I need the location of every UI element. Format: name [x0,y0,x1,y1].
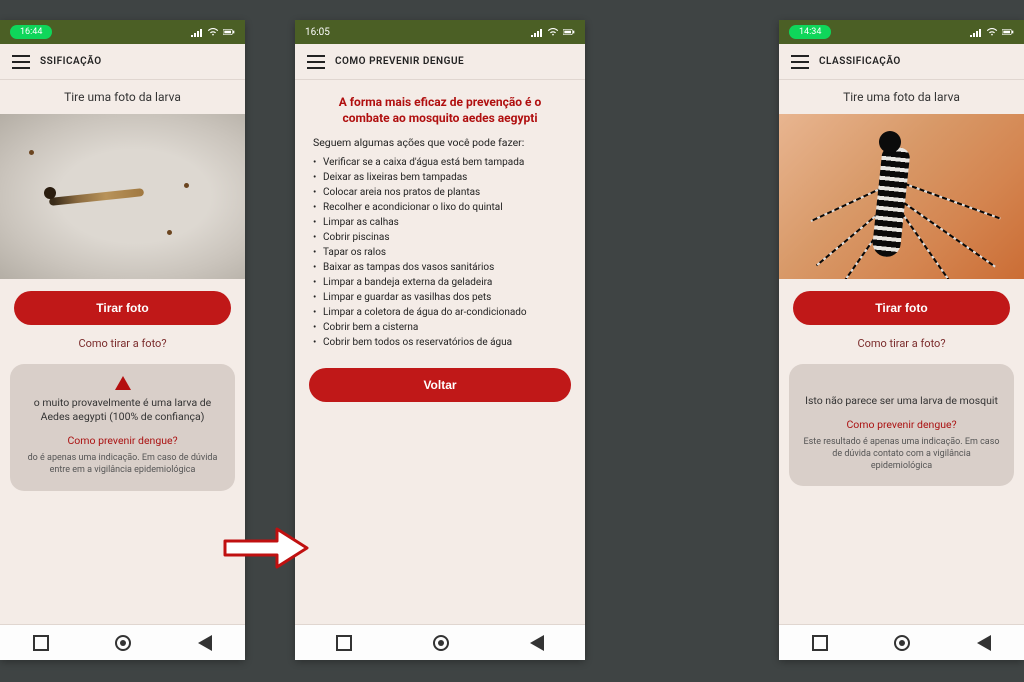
main-content: Tire uma foto da larva Tirar foto Como t… [0,80,245,624]
prevention-list: Verificar se a caixa d'água está bem tam… [295,155,585,350]
menu-icon[interactable] [791,55,809,69]
list-item: Colocar areia nos pratos de plantas [313,185,567,200]
status-bar: 16:05 [295,20,585,44]
list-item: Cobrir bem a cisterna [313,320,567,335]
signal-icon [970,27,982,37]
page-title: COMO PREVENIR DENGUE [335,56,464,67]
nav-home-icon[interactable] [115,635,131,651]
status-time: 14:34 [789,25,831,39]
status-icons [531,27,575,37]
menu-icon[interactable] [12,55,30,69]
list-item: Deixar as lixeiras bem tampadas [313,170,567,185]
take-photo-button[interactable]: Tirar foto [793,291,1010,325]
status-bar: 16:44 [0,20,245,44]
status-time: 16:44 [10,25,52,39]
android-navbar [779,624,1024,660]
list-item: Limpar as calhas [313,215,567,230]
back-button[interactable]: Voltar [309,368,571,402]
status-icons [191,27,235,37]
nav-back-icon[interactable] [977,635,991,651]
phone-screen-1: 16:44 SSIFICAÇÃO Tire uma foto da larva … [0,20,245,660]
nav-recent-icon[interactable] [33,635,49,651]
how-to-link[interactable]: Como tirar a foto? [779,331,1024,360]
photo-preview[interactable] [779,114,1024,279]
page-title: CLASSIFICAÇÃO [819,56,901,67]
list-item: Limpar a bandeja externa da geladeira [313,275,567,290]
status-bar: 14:34 [779,20,1024,44]
battery-icon [563,27,575,37]
how-to-link[interactable]: Como tirar a foto? [0,331,245,360]
nav-recent-icon[interactable] [336,635,352,651]
alert-icon [115,376,131,390]
list-item: Cobrir bem todos os reservatórios de águ… [313,335,567,350]
prevention-link[interactable]: Como prevenir dengue? [24,424,221,453]
app-header: CLASSIFICAÇÃO [779,44,1024,80]
result-text: o muito provavelmente é uma larva de Aed… [24,396,221,424]
phone-screen-2: 16:05 COMO PREVENIR DENGUE A forma mais … [295,20,585,660]
nav-recent-icon[interactable] [812,635,828,651]
signal-icon [531,27,543,37]
wifi-icon [986,27,998,37]
nav-back-icon[interactable] [530,635,544,651]
list-item: Cobrir piscinas [313,230,567,245]
list-item: Limpar a coletora de água do ar-condicio… [313,305,567,320]
app-header: SSIFICAÇÃO [0,44,245,80]
status-time: 16:05 [305,27,330,38]
nav-home-icon[interactable] [433,635,449,651]
take-photo-button[interactable]: Tirar foto [14,291,231,325]
prevention-heading: A forma mais eficaz de prevenção é o com… [295,80,585,136]
main-content: Tire uma foto da larva Tirar foto Como t… [779,80,1024,624]
menu-icon[interactable] [307,55,325,69]
wifi-icon [547,27,559,37]
list-item: Verificar se a caixa d'água está bem tam… [313,155,567,170]
wifi-icon [207,27,219,37]
android-navbar [0,624,245,660]
list-item: Recolher e acondicionar o lixo do quinta… [313,200,567,215]
instruction-text: Tire uma foto da larva [0,80,245,114]
nav-home-icon[interactable] [894,635,910,651]
list-item: Limpar e guardar as vasilhas dos pets [313,290,567,305]
android-navbar [295,624,585,660]
signal-icon [191,27,203,37]
result-text: Isto não parece ser uma larva de mosquit [803,394,1000,408]
main-content: A forma mais eficaz de prevenção é o com… [295,80,585,624]
status-icons [970,27,1014,37]
nav-back-icon[interactable] [198,635,212,651]
disclaimer: Este resultado é apenas uma indicação. E… [803,437,1000,472]
disclaimer: do é apenas uma indicação. Em caso de dú… [24,453,221,476]
app-header: COMO PREVENIR DENGUE [295,44,585,80]
prevention-intro: Seguem algumas ações que você pode fazer… [295,136,585,155]
battery-icon [1002,27,1014,37]
battery-icon [223,27,235,37]
list-item: Baixar as tampas dos vasos sanitários [313,260,567,275]
photo-preview[interactable] [0,114,245,279]
list-item: Tapar os ralos [313,245,567,260]
page-title: SSIFICAÇÃO [40,56,102,67]
result-card: o muito provavelmente é uma larva de Aed… [10,364,235,491]
instruction-text: Tire uma foto da larva [779,80,1024,114]
phone-screen-3: 14:34 CLASSIFICAÇÃO Tire uma foto da lar… [779,20,1024,660]
prevention-link[interactable]: Como prevenir dengue? [803,408,1000,437]
result-card: Isto não parece ser uma larva de mosquit… [789,364,1014,486]
